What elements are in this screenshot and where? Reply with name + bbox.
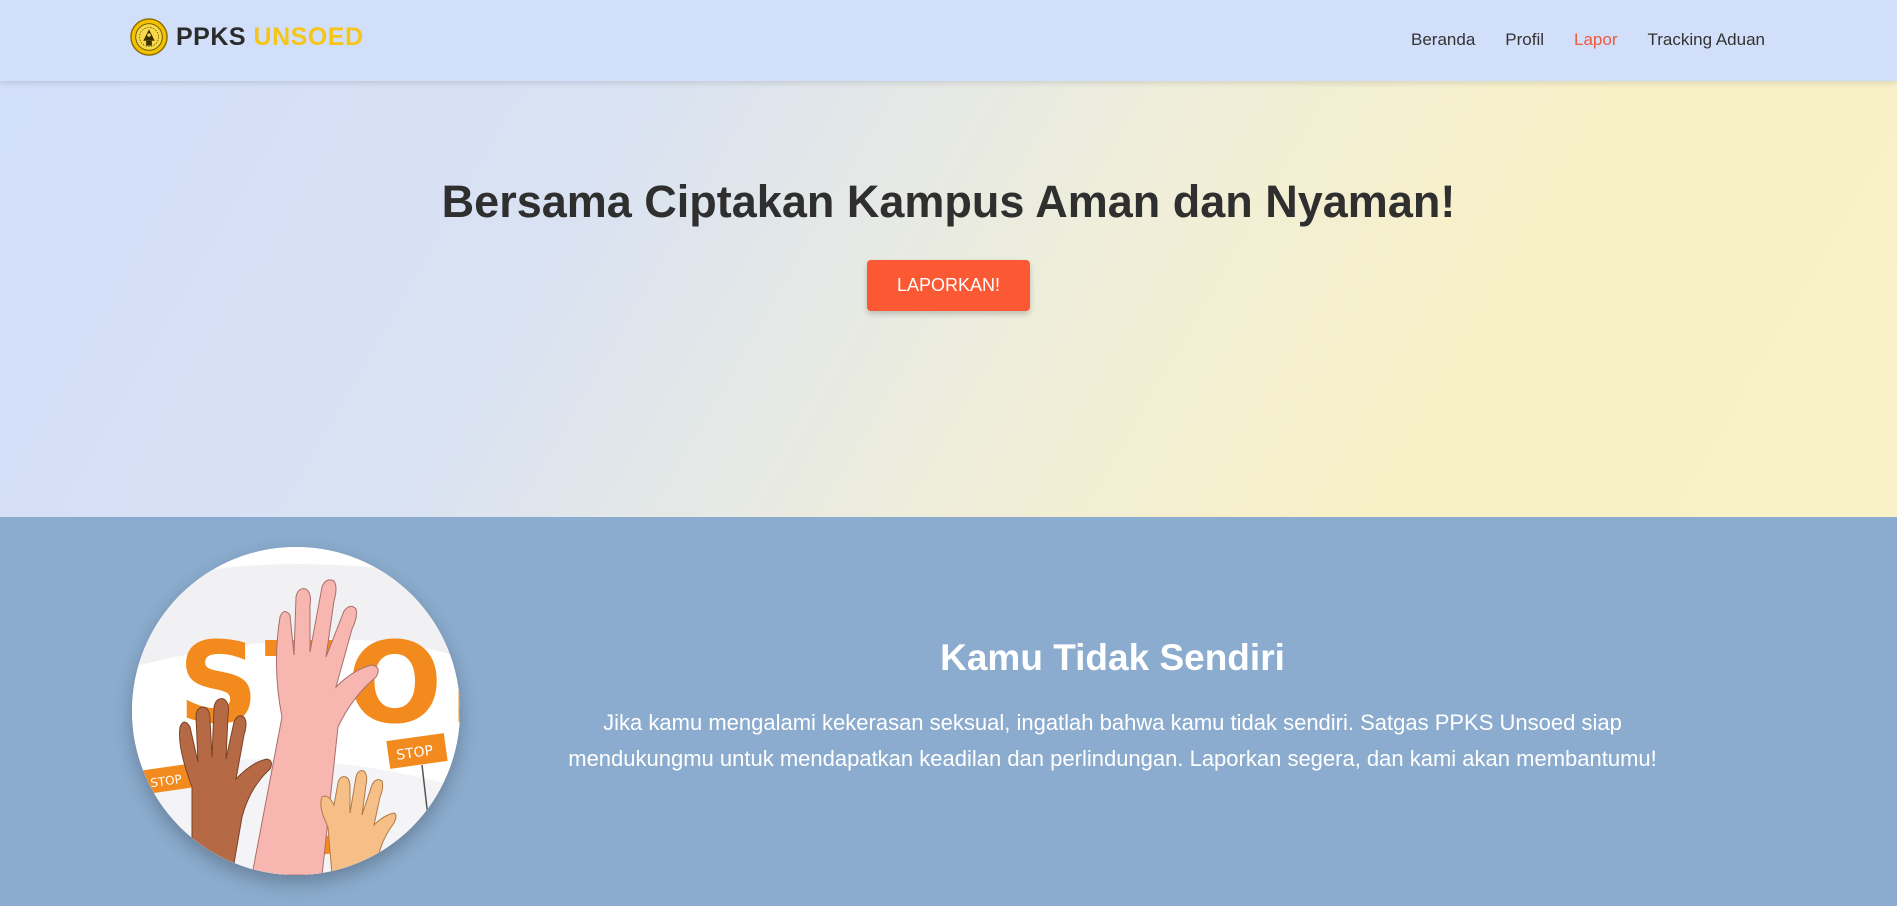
stop-hands-illustration: STOP STOP STOP bbox=[132, 547, 460, 875]
nav-profil[interactable]: Profil bbox=[1505, 29, 1544, 51]
unsoed-seal-logo-icon bbox=[130, 18, 168, 56]
support-body: Jika kamu mengalami kekerasan seksual, i… bbox=[568, 710, 1657, 771]
stop-hands-image: STOP STOP STOP bbox=[132, 547, 460, 875]
hero-section: Bersama Ciptakan Kampus Aman dan Nyaman!… bbox=[0, 81, 1897, 517]
nav-tracking-aduan[interactable]: Tracking Aduan bbox=[1648, 29, 1766, 51]
navbar: PPKS UNSOED Beranda Profil Lapor Trackin… bbox=[0, 0, 1897, 81]
support-section: STOP STOP STOP Kamu Tidak Sendiri Jika k… bbox=[0, 517, 1897, 906]
brand-name-ppks: PPKS bbox=[176, 22, 247, 51]
brand[interactable]: PPKS UNSOED bbox=[130, 17, 364, 57]
main-nav: Beranda Profil Lapor Tracking Aduan bbox=[1411, 29, 1765, 51]
report-button[interactable]: LAPORKAN! bbox=[867, 260, 1030, 311]
brand-name-unsoed: UNSOED bbox=[253, 22, 364, 51]
nav-lapor[interactable]: Lapor bbox=[1574, 29, 1617, 51]
support-title: Kamu Tidak Sendiri bbox=[940, 637, 1285, 678]
brand-name: PPKS UNSOED bbox=[176, 22, 364, 51]
hero-title: Bersama Ciptakan Kampus Aman dan Nyaman! bbox=[441, 176, 1456, 227]
support-text-block: Kamu Tidak Sendiri Jika kamu mengalami k… bbox=[540, 637, 1685, 777]
nav-beranda[interactable]: Beranda bbox=[1411, 29, 1475, 51]
